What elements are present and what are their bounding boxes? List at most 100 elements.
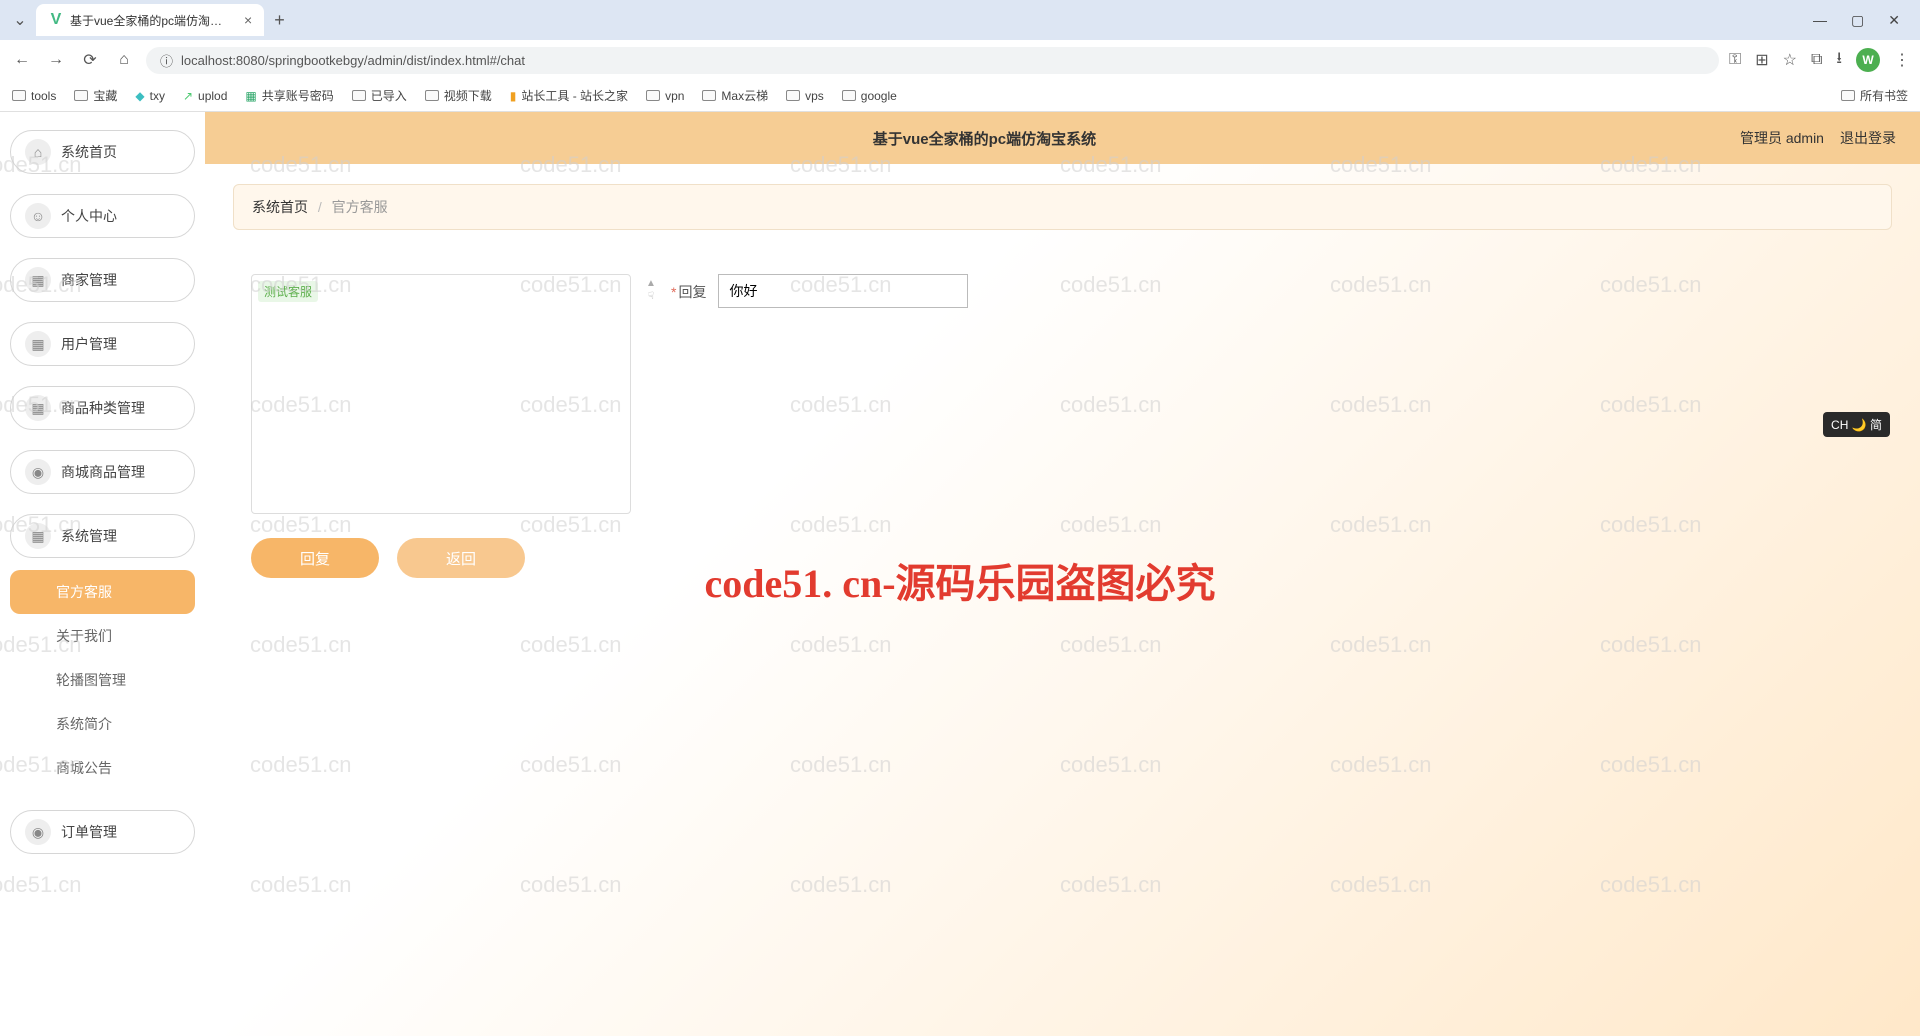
bookmark-item[interactable]: vpn — [646, 89, 684, 103]
sidebar-item-merchant[interactable]: ▦商家管理 — [10, 258, 195, 302]
link-icon: ▮ — [510, 89, 517, 103]
content: 系统首页 / 官方客服 测试客服 ▲ ☟ *回复 回复 — [205, 164, 1920, 612]
site-info-icon[interactable]: ⓘ — [160, 51, 173, 70]
reload-button[interactable]: ⟳ — [78, 48, 102, 72]
link-icon: ▦ — [245, 89, 256, 103]
ime-indicator: CH 🌙 简 — [1823, 412, 1890, 437]
app-title: 基于vue全家桶的pc端仿淘宝系统 — [873, 128, 1096, 149]
toolbar-right: ⚿ ⊞ ☆ ⧉ ⭳ W ⋮ — [1729, 47, 1910, 74]
grid-icon: ▦ — [25, 331, 51, 357]
breadcrumb: 系统首页 / 官方客服 — [233, 184, 1892, 230]
browser-tab[interactable]: V 基于vue全家桶的pc端仿淘宝系 × — [36, 4, 264, 36]
link-icon: ◆ — [135, 89, 144, 103]
bookmark-item[interactable]: google — [842, 89, 897, 103]
topbar-right: 管理员 admin 退出登录 — [1740, 128, 1896, 148]
back-button[interactable]: 返回 — [397, 538, 525, 578]
tab-close-icon[interactable]: × — [244, 12, 252, 28]
folder-icon — [352, 90, 366, 101]
password-icon[interactable]: ⚿ — [1729, 51, 1741, 69]
tab-dropdown-icon[interactable]: ⌄ — [8, 10, 32, 30]
home-icon: ⌂ — [25, 139, 51, 165]
minimize-button[interactable]: — — [1813, 12, 1827, 29]
new-tab-button[interactable]: + — [274, 10, 285, 31]
url-field[interactable]: ⓘ localhost:8080/springbootkebgy/admin/d… — [146, 47, 1719, 74]
sidebar-sub-about[interactable]: 关于我们 — [10, 614, 195, 658]
chat-log[interactable]: 测试客服 — [251, 274, 631, 514]
bookmark-item[interactable]: tools — [12, 89, 56, 103]
lens-icon[interactable]: ⊞ — [1755, 50, 1768, 70]
bookmark-item[interactable]: ▦共享账号密码 — [245, 87, 333, 104]
tab-title: 基于vue全家桶的pc端仿淘宝系 — [70, 12, 230, 29]
submit-button[interactable]: 回复 — [251, 538, 379, 578]
bookmark-item[interactable]: 宝藏 — [74, 87, 117, 104]
forward-button[interactable]: → — [44, 48, 68, 72]
vue-favicon-icon: V — [48, 12, 64, 28]
address-bar: ← → ⟳ ⌂ ⓘ localhost:8080/springbootkebgy… — [0, 40, 1920, 80]
chat-message-tag: 测试客服 — [258, 281, 318, 302]
folder-icon — [1841, 90, 1855, 101]
sidebar-item-home[interactable]: ⌂系统首页 — [10, 130, 195, 174]
sidebar-item-profile[interactable]: ☺个人中心 — [10, 194, 195, 238]
bookmark-item[interactable]: ↗uplod — [183, 89, 227, 103]
maximize-button[interactable]: ▢ — [1851, 12, 1864, 29]
close-window-button[interactable]: ✕ — [1888, 12, 1900, 29]
sidebar-item-orders[interactable]: ◉订单管理 — [10, 810, 195, 854]
grid-icon: ▦ — [25, 395, 51, 421]
sidebar-submenu: 官方客服 关于我们 轮播图管理 系统简介 商城公告 — [10, 570, 195, 790]
spinner-handle[interactable]: ▲ ☟ — [643, 274, 659, 302]
sidebar-sub-carousel[interactable]: 轮播图管理 — [10, 658, 195, 702]
link-icon: ↗ — [183, 89, 193, 103]
sidebar-sub-notice[interactable]: 商城公告 — [10, 746, 195, 790]
bookmark-item[interactable]: Max云梯 — [702, 87, 768, 104]
folder-icon — [12, 90, 26, 101]
admin-label[interactable]: 管理员 admin — [1740, 128, 1824, 148]
browser-tab-bar: ⌄ V 基于vue全家桶的pc端仿淘宝系 × + — ▢ ✕ — [0, 0, 1920, 40]
sidebar-sub-intro[interactable]: 系统简介 — [10, 702, 195, 746]
reply-input[interactable] — [718, 274, 968, 308]
extensions-icon[interactable]: ⧉ — [1811, 51, 1822, 69]
chat-panel: 测试客服 ▲ ☟ *回复 回复 返回 — [233, 260, 1892, 592]
download-icon[interactable]: ⭳ — [1836, 47, 1842, 74]
kebab-menu-icon[interactable]: ⋮ — [1894, 50, 1910, 70]
home-button[interactable]: ⌂ — [112, 48, 136, 72]
all-bookmarks[interactable]: 所有书签 — [1841, 87, 1908, 104]
disc-icon: ◉ — [25, 459, 51, 485]
disc-icon: ◉ — [25, 819, 51, 845]
grid-icon: ▦ — [25, 267, 51, 293]
folder-icon — [425, 90, 439, 101]
folder-icon — [74, 90, 88, 101]
user-icon: ☺ — [25, 203, 51, 229]
bookmark-item[interactable]: ▮站长工具 - 站长之家 — [510, 87, 628, 104]
action-row: 回复 返回 — [251, 538, 1874, 578]
breadcrumb-separator: / — [318, 199, 322, 215]
folder-icon — [702, 90, 716, 101]
sidebar-sub-customer-service[interactable]: 官方客服 — [10, 570, 195, 614]
bookmark-item[interactable]: vps — [786, 89, 824, 103]
sidebar-item-category[interactable]: ▦商品种类管理 — [10, 386, 195, 430]
breadcrumb-home[interactable]: 系统首页 — [252, 199, 308, 215]
profile-avatar[interactable]: W — [1856, 48, 1880, 72]
sidebar-item-products[interactable]: ◉商城商品管理 — [10, 450, 195, 494]
url-text: localhost:8080/springbootkebgy/admin/dis… — [181, 53, 1705, 68]
cursor-icon: ☟ — [648, 291, 654, 302]
folder-icon — [646, 90, 660, 101]
topbar: 基于vue全家桶的pc端仿淘宝系统 管理员 admin 退出登录 — [205, 112, 1920, 164]
form-row: 测试客服 ▲ ☟ *回复 — [251, 274, 1874, 514]
bookmark-star-icon[interactable]: ☆ — [1783, 50, 1797, 70]
bookmark-item[interactable]: 视频下载 — [425, 87, 492, 104]
folder-icon — [842, 90, 856, 101]
grid-icon: ▦ — [25, 523, 51, 549]
sidebar: ⌂系统首页 ☺个人中心 ▦商家管理 ▦用户管理 ▦商品种类管理 ◉商城商品管理 … — [0, 112, 205, 1036]
sidebar-item-users[interactable]: ▦用户管理 — [10, 322, 195, 366]
browser-chrome: ⌄ V 基于vue全家桶的pc端仿淘宝系 × + — ▢ ✕ ← → ⟳ ⌂ ⓘ… — [0, 0, 1920, 112]
bookmark-item[interactable]: 已导入 — [352, 87, 407, 104]
reply-label: *回复 — [671, 274, 706, 302]
chevron-up-icon: ▲ — [646, 278, 656, 289]
breadcrumb-current: 官方客服 — [332, 199, 388, 215]
sidebar-item-system[interactable]: ▦系统管理 — [10, 514, 195, 558]
main-area: 基于vue全家桶的pc端仿淘宝系统 管理员 admin 退出登录 系统首页 / … — [205, 112, 1920, 1036]
logout-link[interactable]: 退出登录 — [1840, 128, 1896, 148]
window-controls: — ▢ ✕ — [1813, 12, 1912, 29]
back-button[interactable]: ← — [10, 48, 34, 72]
bookmark-item[interactable]: ◆txy — [135, 89, 165, 103]
